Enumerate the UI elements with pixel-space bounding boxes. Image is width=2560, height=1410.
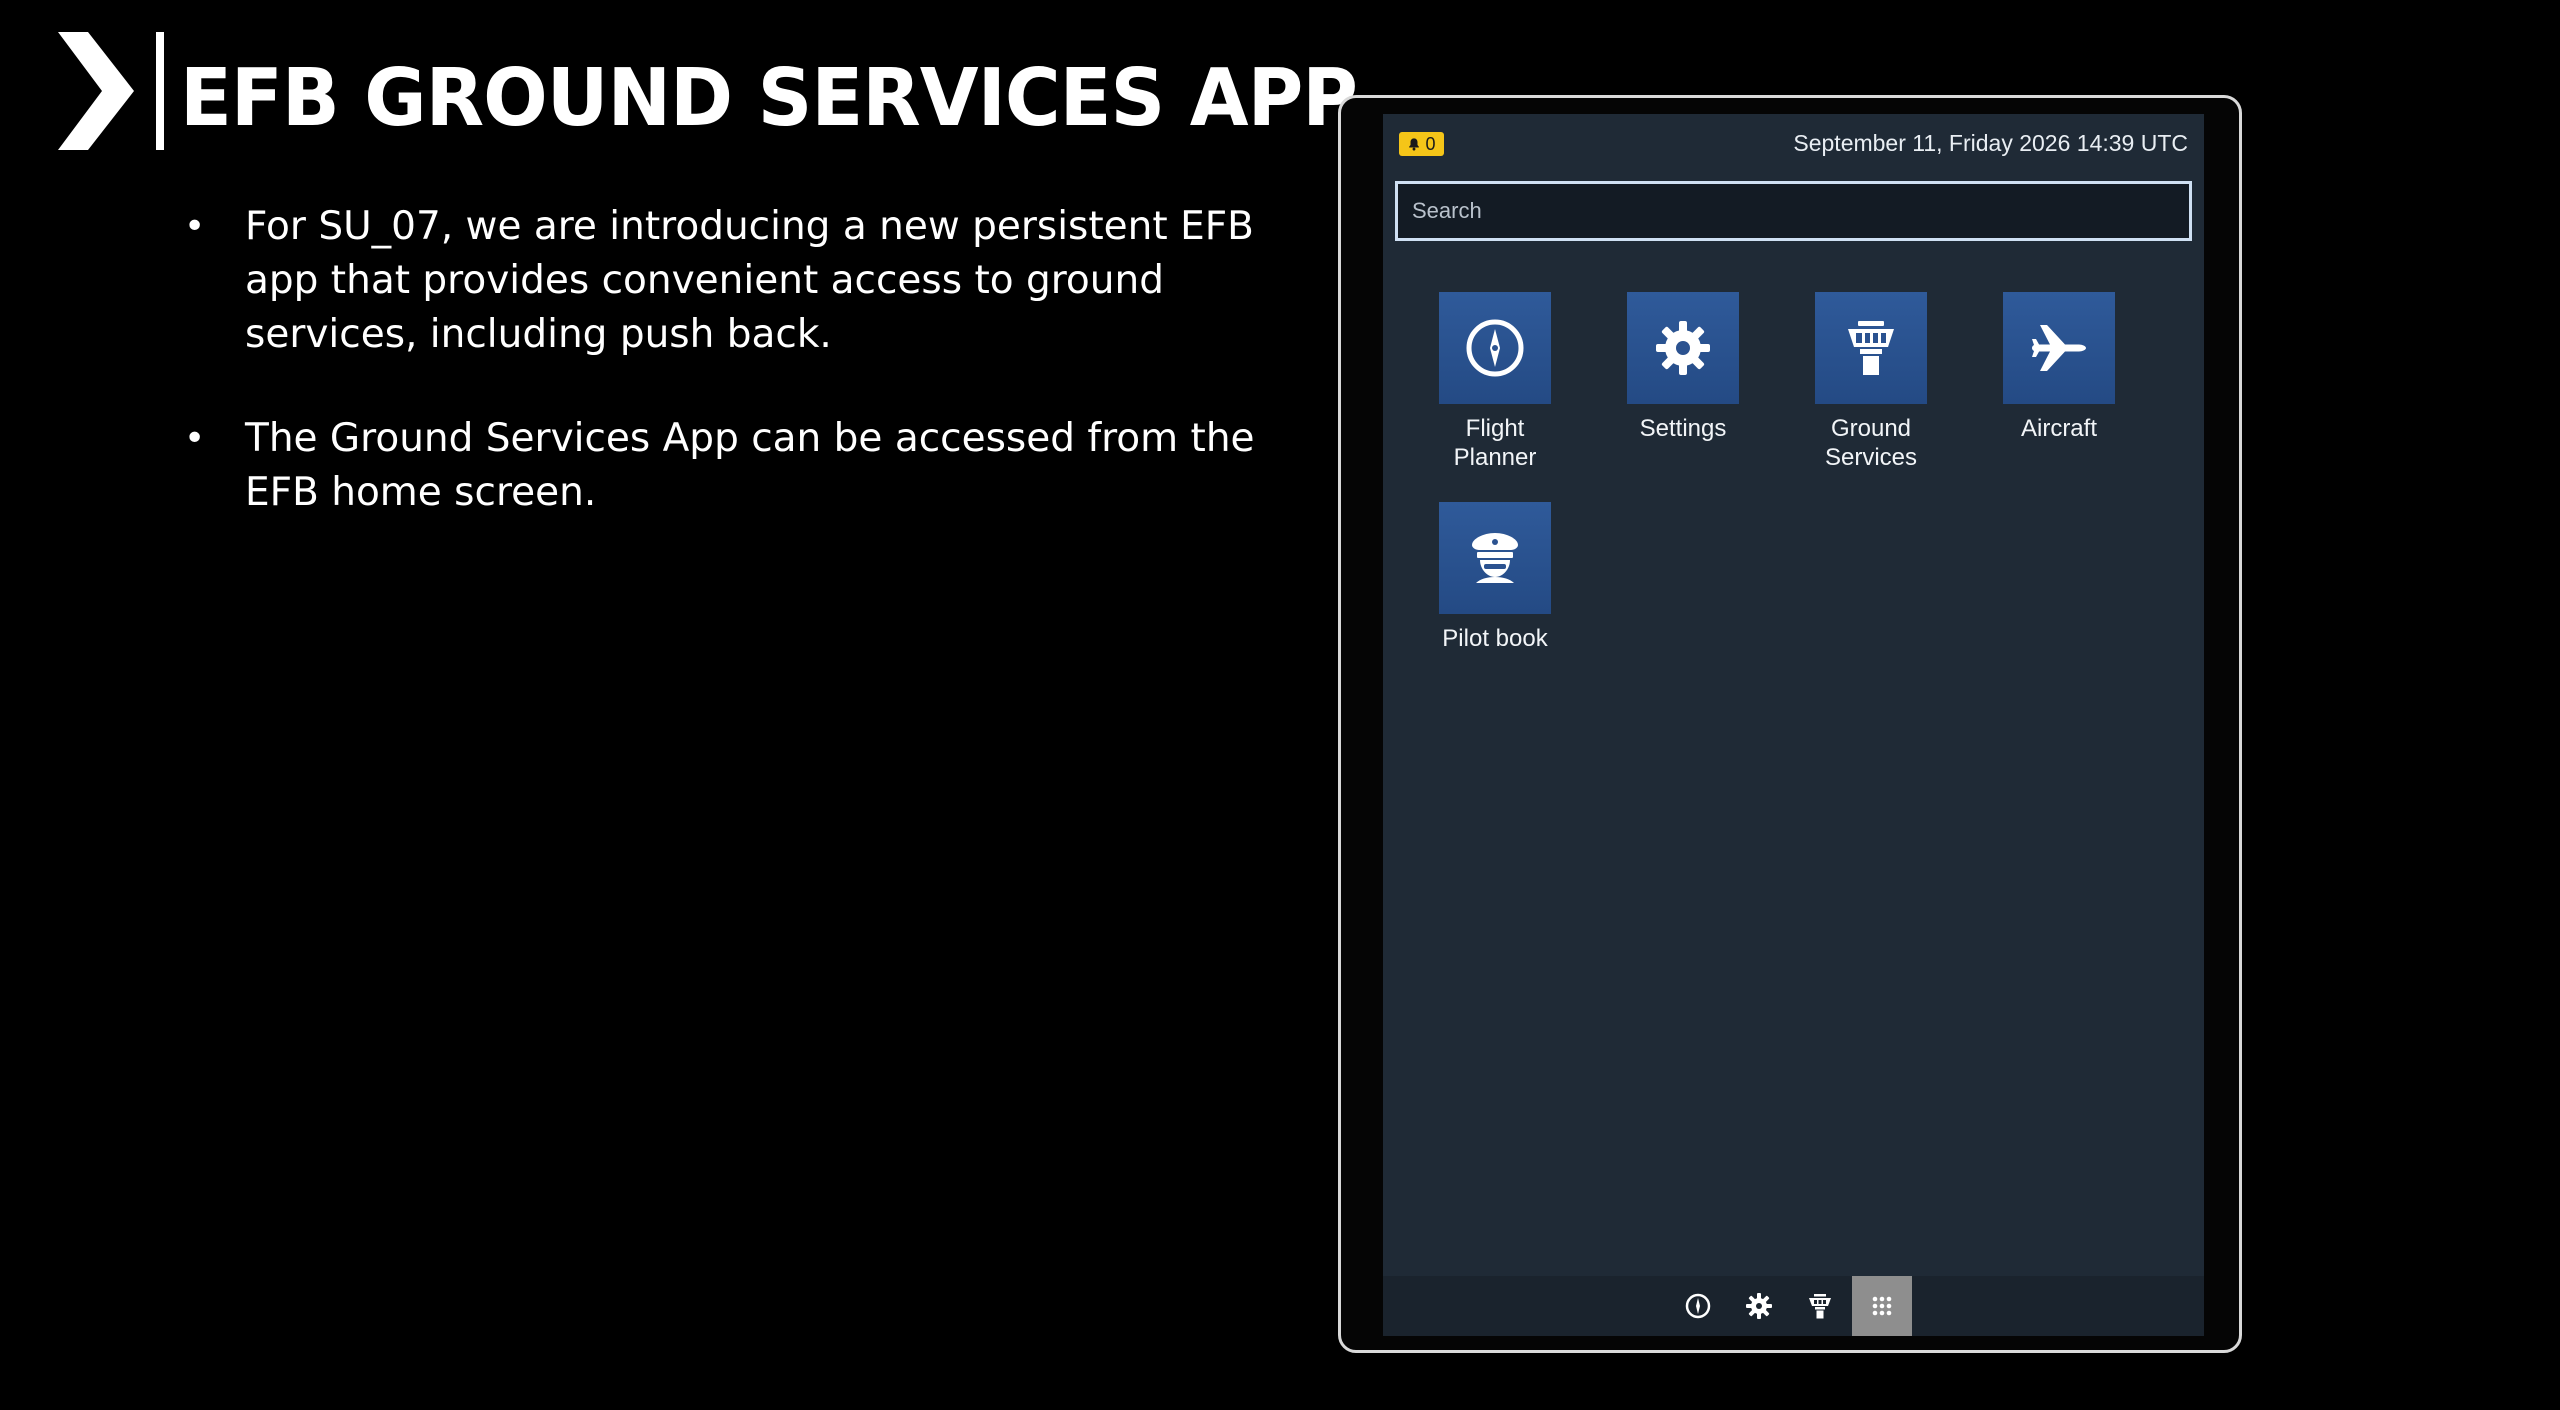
app-label: Aircraft xyxy=(2020,415,2097,442)
app-settings[interactable]: Settings xyxy=(1613,292,1753,443)
pilot-cap-icon xyxy=(1472,533,1518,583)
notification-count: 0 xyxy=(1425,133,1436,154)
airplane-icon xyxy=(2032,325,2086,371)
dock-settings-button[interactable] xyxy=(1729,1276,1789,1336)
app-tile xyxy=(1439,292,1551,404)
app-tile xyxy=(1627,292,1739,404)
notification-badge[interactable]: 0 xyxy=(1399,132,1444,156)
control-tower-icon xyxy=(1848,321,1894,375)
status-bar: 0 September 11, Friday 2026 14:39 UTC xyxy=(1383,114,2204,174)
efb-home-screen: 0 September 11, Friday 2026 14:39 UTC Fl… xyxy=(1383,114,2204,1336)
bullet-list: • For SU_07, we are introducing a new pe… xyxy=(180,200,1280,570)
bullet-text: The Ground Services App can be accessed … xyxy=(245,416,1255,515)
app-label: Settings xyxy=(1639,415,1727,442)
app-tile xyxy=(1815,292,1927,404)
app-label: Ground Services xyxy=(1824,415,1918,471)
dock-compass-button[interactable] xyxy=(1668,1276,1728,1336)
compass-icon xyxy=(1685,1293,1711,1319)
bell-icon xyxy=(1409,138,1420,151)
dock-ground-services-button[interactable] xyxy=(1790,1276,1850,1336)
app-grid-icon xyxy=(1872,1296,1892,1316)
efb-tablet-frame: 0 September 11, Friday 2026 14:39 UTC Fl… xyxy=(1338,95,2242,1353)
app-tile xyxy=(1439,502,1551,614)
control-tower-icon xyxy=(1809,1294,1831,1319)
app-aircraft[interactable]: Aircraft xyxy=(1989,292,2129,443)
bullet-item: • The Ground Services App can be accesse… xyxy=(180,412,1280,520)
app-tile xyxy=(2003,292,2115,404)
chevron-logo-icon xyxy=(58,32,164,150)
compass-icon xyxy=(1466,319,1524,377)
app-label: Pilot book xyxy=(1442,625,1548,652)
dock-app-grid-button[interactable] xyxy=(1852,1276,1912,1336)
search-input[interactable] xyxy=(1395,181,2192,241)
gear-icon xyxy=(1746,1293,1772,1319)
bullet-icon: • xyxy=(184,418,206,459)
status-datetime: September 11, Friday 2026 14:39 UTC xyxy=(1793,130,2188,156)
bullet-text: For SU_07, we are introducing a new pers… xyxy=(245,204,1254,357)
bottom-dock xyxy=(1383,1276,2204,1336)
app-label: Flight Planner xyxy=(1453,415,1537,471)
bullet-icon: • xyxy=(184,206,206,247)
app-pilot-book[interactable]: Pilot book xyxy=(1425,502,1565,653)
app-ground-services[interactable]: Ground Services xyxy=(1801,292,1941,472)
app-flight-planner[interactable]: Flight Planner xyxy=(1425,292,1565,472)
slide-title: EFB GROUND SERVICES APP xyxy=(180,51,1358,144)
gear-icon xyxy=(1656,321,1710,375)
bullet-item: • For SU_07, we are introducing a new pe… xyxy=(180,200,1280,362)
